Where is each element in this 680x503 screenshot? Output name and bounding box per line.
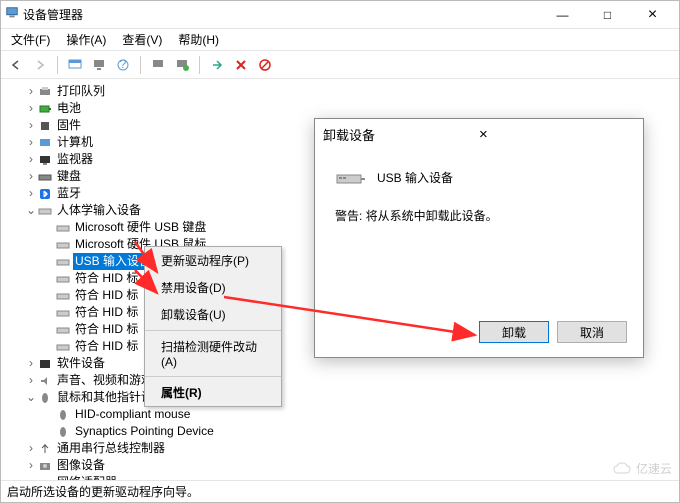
toolbar: ? — [1, 51, 679, 79]
tree-item-mouse-child[interactable]: Synaptics Pointing Device — [43, 423, 679, 440]
menubar: 文件(F) 操作(A) 查看(V) 帮助(H) — [1, 29, 679, 51]
toolbar-uninstall-icon[interactable] — [230, 54, 252, 76]
ctx-scan-hardware[interactable]: 扫描检测硬件改动(A) — [145, 333, 281, 374]
status-text: 启动所选设备的更新驱动程序向导。 — [7, 483, 199, 500]
toolbar-update-icon[interactable] — [171, 54, 193, 76]
ctx-disable-device[interactable]: 禁用设备(D) — [145, 274, 281, 301]
menu-view[interactable]: 查看(V) — [114, 29, 170, 50]
dialog-title: 卸载设备 — [323, 125, 479, 144]
tree-item-network[interactable]: ›网络适配器 — [25, 474, 679, 480]
dialog-warning-text: 警告: 将从系统中卸载此设备。 — [335, 207, 623, 224]
dialog-device-name: USB 输入设备 — [377, 169, 453, 186]
tree-item-sound[interactable]: ›声音、视频和游戏控制器 — [25, 372, 679, 389]
app-icon — [5, 6, 19, 23]
tree-item-print-queues[interactable]: ›打印队列 — [25, 83, 679, 100]
uninstall-dialog: 卸载设备 × USB 输入设备 警告: 将从系统中卸载此设备。 卸载 取消 — [314, 118, 644, 358]
toolbar-help-icon[interactable]: ? — [112, 54, 134, 76]
dialog-close-button[interactable]: × — [479, 126, 635, 143]
toolbar-monitor-icon[interactable] — [88, 54, 110, 76]
toolbar-enable-icon[interactable] — [206, 54, 228, 76]
maximize-button[interactable]: □ — [585, 2, 630, 28]
ctx-uninstall-device[interactable]: 卸载设备(U) — [145, 301, 281, 328]
uninstall-button[interactable]: 卸载 — [479, 321, 549, 343]
svg-text:?: ? — [120, 58, 127, 71]
menu-action[interactable]: 操作(A) — [58, 29, 114, 50]
cancel-button[interactable]: 取消 — [557, 321, 627, 343]
menu-help[interactable]: 帮助(H) — [170, 29, 227, 50]
ctx-separator — [145, 376, 281, 377]
watermark: 亿速云 — [612, 460, 672, 477]
back-button[interactable] — [5, 54, 27, 76]
ctx-separator — [145, 330, 281, 331]
close-button[interactable]: × — [630, 2, 675, 28]
tree-item-mouse[interactable]: ⌄鼠标和其他指针设备 — [25, 389, 679, 406]
window-title: 设备管理器 — [23, 6, 83, 23]
tree-item-batteries[interactable]: ›电池 — [25, 100, 679, 117]
ctx-properties[interactable]: 属性(R) — [145, 379, 281, 406]
toolbar-console-icon[interactable] — [64, 54, 86, 76]
menu-file[interactable]: 文件(F) — [3, 29, 58, 50]
ctx-update-driver[interactable]: 更新驱动程序(P) — [145, 247, 281, 274]
forward-button[interactable] — [29, 54, 51, 76]
minimize-button[interactable]: — — [540, 2, 585, 28]
tree-item-mouse-child[interactable]: HID-compliant mouse — [43, 406, 679, 423]
titlebar: 设备管理器 — □ × — [1, 1, 679, 29]
tree-item-usb-controllers[interactable]: ›通用串行总线控制器 — [25, 440, 679, 457]
tree-item-imaging[interactable]: ›图像设备 — [25, 457, 679, 474]
context-menu: 更新驱动程序(P) 禁用设备(D) 卸载设备(U) 扫描检测硬件改动(A) 属性… — [144, 246, 282, 407]
toolbar-scan-icon[interactable] — [147, 54, 169, 76]
statusbar: 启动所选设备的更新驱动程序向导。 — [1, 480, 679, 502]
toolbar-disable-icon[interactable] — [254, 54, 276, 76]
device-icon — [335, 165, 367, 189]
